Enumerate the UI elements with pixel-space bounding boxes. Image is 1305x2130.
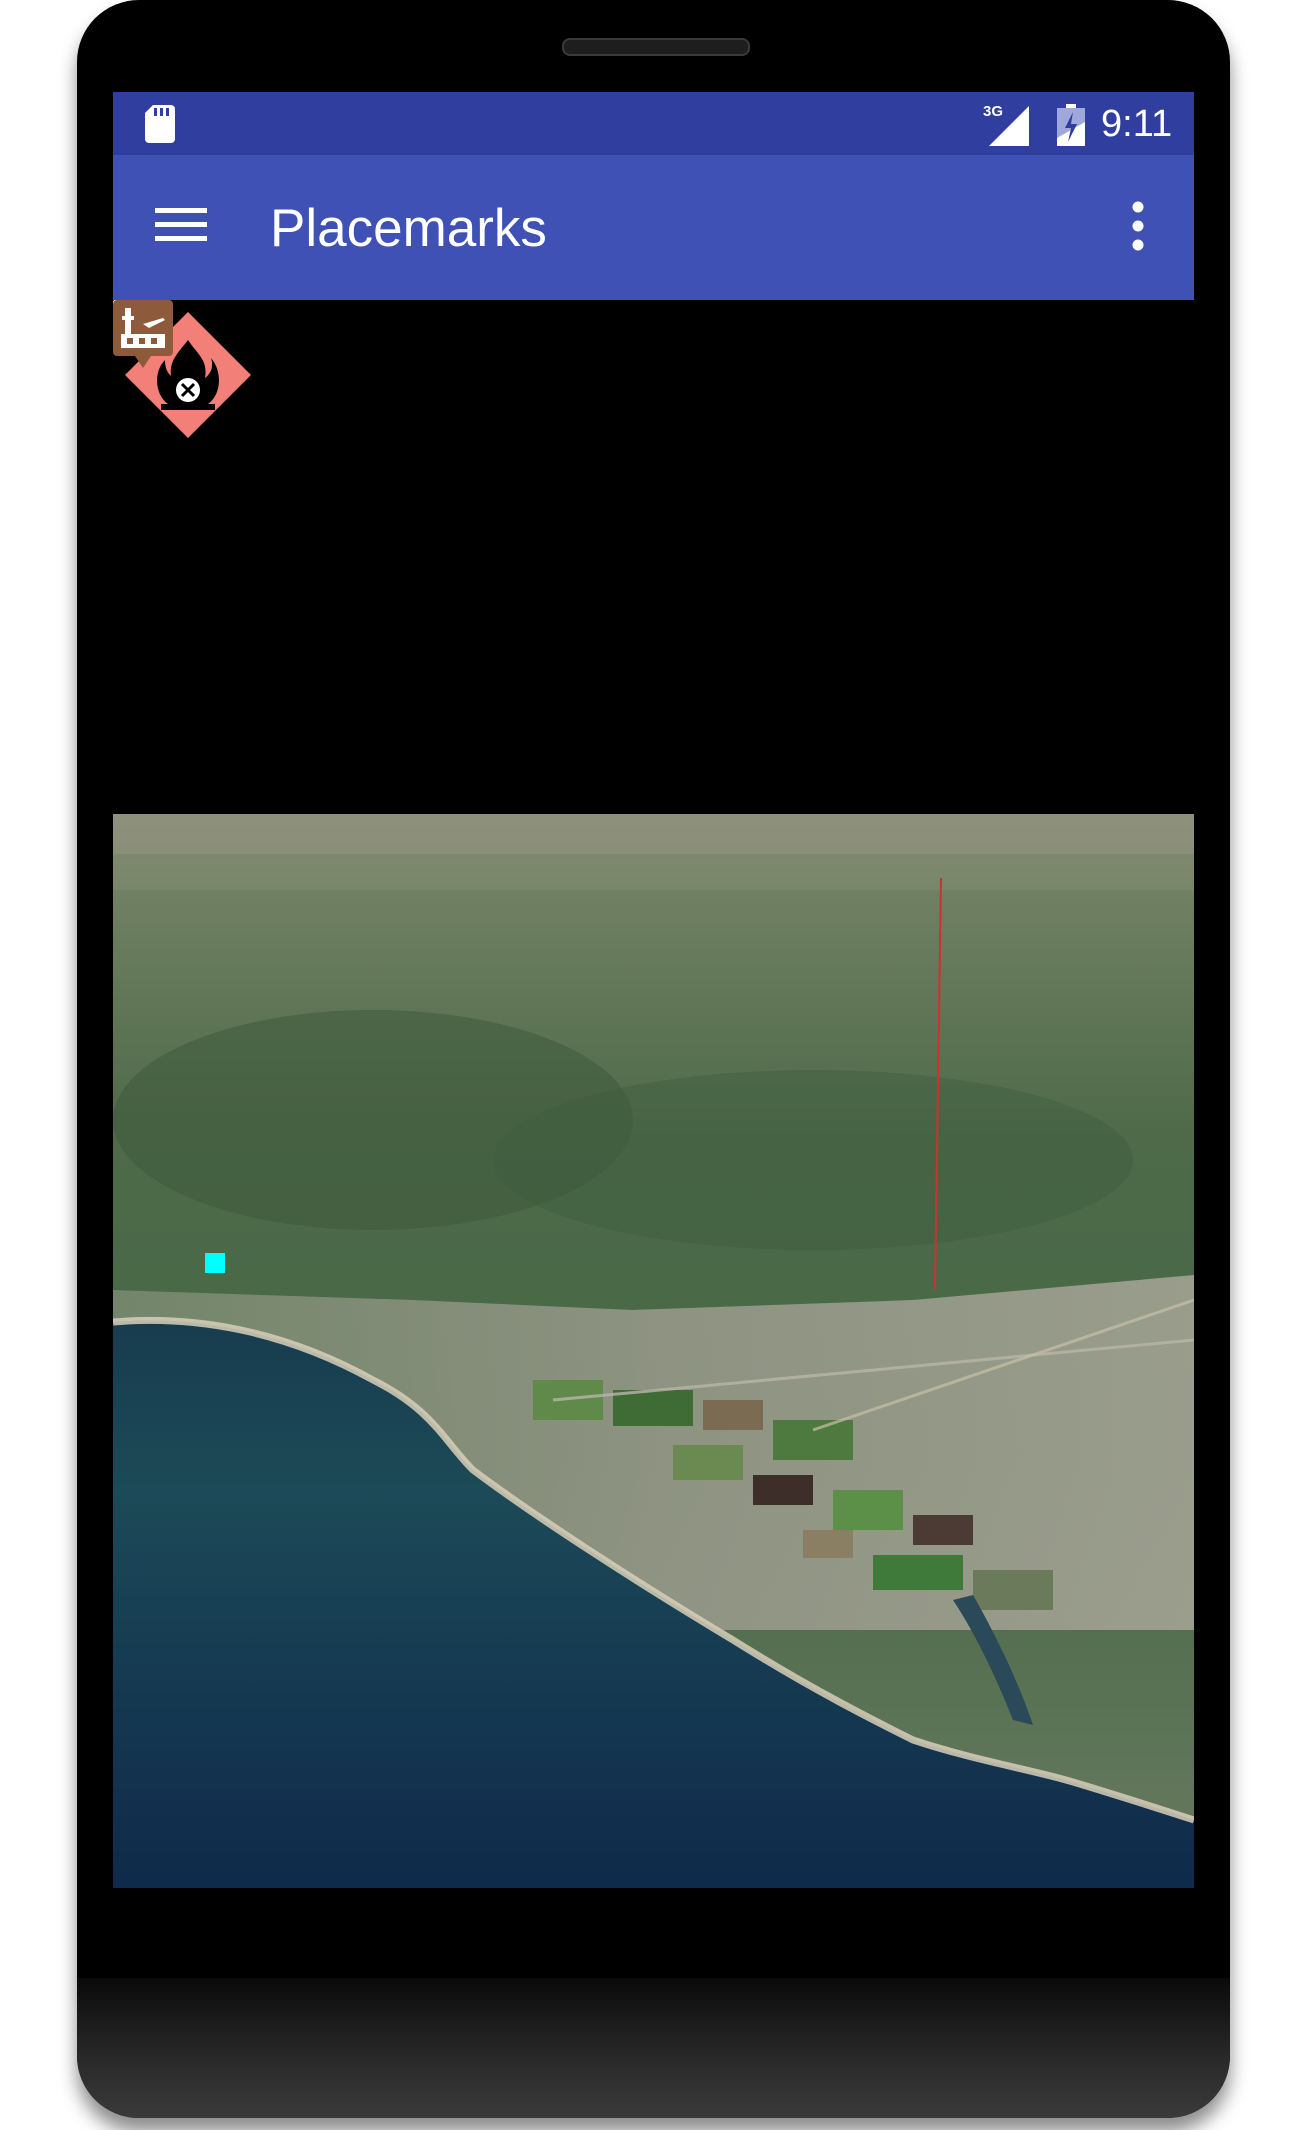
status-bar: 3G 9:11 — [113, 92, 1194, 155]
globe-view[interactable] — [113, 300, 1194, 1888]
menu-icon[interactable] — [155, 205, 207, 245]
app-title: Placemarks — [270, 199, 547, 258]
earpiece-speaker — [562, 38, 750, 56]
screen: 3G 9:11 Placemarks — [113, 92, 1194, 1888]
signal-icon: 3G — [983, 103, 1029, 146]
airport-icon[interactable] — [113, 300, 173, 368]
sd-card-icon — [145, 105, 175, 143]
point-placemark[interactable] — [205, 1253, 225, 1273]
phone-chin — [77, 1978, 1230, 2118]
network-type-label: 3G — [983, 103, 1003, 120]
overflow-menu-icon[interactable] — [1131, 201, 1145, 251]
status-time: 9:11 — [1101, 103, 1173, 145]
phone-frame: 3G 9:11 Placemarks — [77, 0, 1230, 2118]
terrain-imagery — [113, 814, 1194, 1888]
battery-icon — [1057, 104, 1085, 146]
app-bar: Placemarks — [113, 155, 1194, 300]
